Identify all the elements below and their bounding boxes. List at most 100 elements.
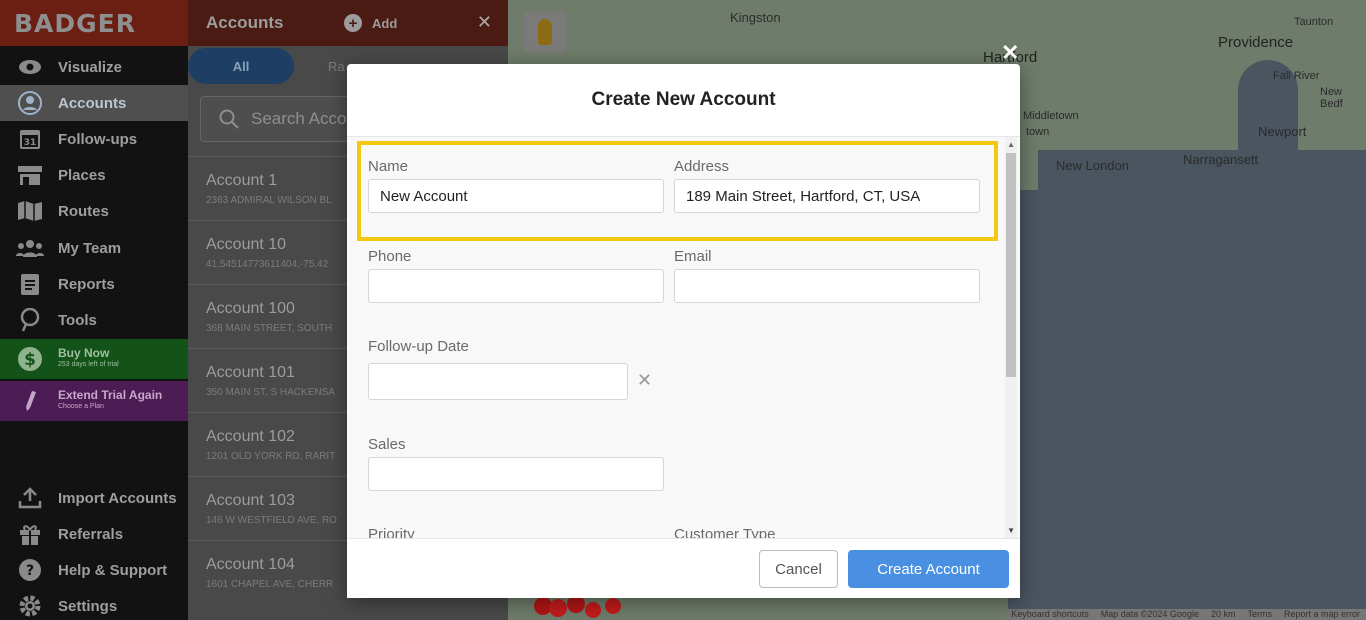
team-icon [15, 238, 45, 258]
nav-label: Visualize [58, 58, 122, 76]
left-nav: BADGER Visualize Accounts 31 Follow-ups … [0, 0, 188, 620]
report-icon [15, 272, 45, 296]
priority-label: Priority [368, 526, 415, 538]
close-panel-icon[interactable]: ✕ [477, 12, 492, 33]
map-scale[interactable]: 20 km [1211, 609, 1236, 620]
report-error-link[interactable]: Report a map error [1284, 609, 1360, 620]
nav-item-my-team[interactable]: My Team [0, 230, 188, 266]
scrollbar-thumb[interactable] [1006, 153, 1016, 377]
scroll-up-icon[interactable]: ▲ [1007, 140, 1015, 149]
nav-item-accounts[interactable]: Accounts [0, 85, 188, 121]
map-label: Fall River [1273, 70, 1320, 82]
pencil-icon [15, 390, 45, 412]
name-label: Name [368, 158, 409, 175]
map-label: New Bedf [1320, 86, 1343, 110]
map-label: Providence [1218, 34, 1294, 51]
plus-icon: + [344, 14, 362, 32]
dialog-body: Name Address Phone Email Follow-up Date … [347, 136, 1020, 538]
map-data-credit: Map data ©2024 Google [1100, 609, 1199, 619]
nav-label: Places [58, 166, 106, 184]
calendar-icon: 31 [15, 127, 45, 151]
address-field[interactable] [674, 179, 980, 213]
search-placeholder: Search Acco [251, 109, 347, 128]
tab-all[interactable]: All [188, 48, 294, 84]
name-field[interactable] [368, 179, 664, 213]
map-label: Narragansett [1183, 152, 1259, 167]
nav-label: Import Accounts [58, 489, 177, 507]
email-label: Email [674, 248, 712, 265]
store-icon [15, 164, 45, 186]
buy-now-button[interactable]: $ Buy Now 253 days left of trial [0, 339, 188, 379]
trial-days-left: 253 days left of trial [58, 361, 119, 368]
buy-now-label: Buy Now [58, 346, 110, 360]
tab-radius[interactable]: Ra [328, 59, 345, 74]
customer-type-label: Customer Type [674, 526, 776, 538]
nav-item-reports[interactable]: Reports [0, 266, 188, 302]
followup-date-field[interactable] [368, 363, 628, 400]
nav-label: Settings [58, 597, 118, 615]
map-footer: Keyboard shortcuts Map data ©2024 Google… [1005, 609, 1366, 620]
panel-title: Accounts [206, 13, 284, 32]
dialog-footer: Cancel Create Account [347, 538, 1020, 598]
extend-trial-label: Extend Trial Again [58, 388, 163, 402]
phone-label: Phone [368, 248, 412, 265]
phone-field[interactable] [368, 269, 664, 303]
map-water [1038, 150, 1366, 620]
map-label: Middletown [1023, 110, 1079, 122]
extend-trial-button[interactable]: Extend Trial Again Choose a Plan [0, 381, 188, 421]
nav-label: Accounts [58, 94, 127, 112]
map-label: town [1026, 126, 1050, 138]
map-icon [15, 200, 45, 222]
add-account-button[interactable]: + Add [344, 14, 397, 32]
calendar-badge: 31 [24, 138, 37, 148]
create-account-dialog: Create New Account Name Address Phone Em… [347, 64, 1020, 598]
nav-label: Follow-ups [58, 130, 138, 148]
nav-item-import-accounts[interactable]: Import Accounts [0, 480, 188, 516]
map-label: Taunton [1294, 16, 1334, 28]
map-label: New London [1056, 158, 1129, 173]
help-icon: ? [15, 558, 45, 582]
map-label: Newport [1258, 124, 1307, 139]
nav-item-visualize[interactable]: Visualize [0, 49, 188, 85]
followup-date-label: Follow-up Date [368, 338, 469, 355]
map-label: Kingston [730, 10, 781, 25]
nav-item-places[interactable]: Places [0, 157, 188, 193]
close-icon[interactable]: ✕ [1001, 40, 1019, 66]
clear-date-icon[interactable]: ✕ [637, 370, 652, 391]
address-label: Address [674, 158, 730, 175]
pegman-icon[interactable] [524, 12, 566, 52]
dollar-icon: $ [15, 346, 45, 372]
nav-item-tools[interactable]: Tools [0, 302, 188, 338]
svg-text:$: $ [24, 350, 36, 370]
logo-bar: BADGER [0, 0, 188, 46]
upload-icon [15, 487, 45, 509]
nav-label: Reports [58, 275, 115, 293]
nav-item-routes[interactable]: Routes [0, 193, 188, 229]
pin-icon [15, 308, 45, 332]
email-field[interactable] [674, 269, 980, 303]
sales-field[interactable] [368, 457, 664, 491]
svg-text:?: ? [26, 563, 34, 579]
nav-label: Routes [58, 202, 109, 220]
create-account-button[interactable]: Create Account [848, 550, 1009, 588]
eye-icon [15, 59, 45, 75]
choose-plan-label: Choose a Plan [58, 403, 104, 410]
nav-item-referrals[interactable]: Referrals [0, 516, 188, 552]
dialog-title: Create New Account [591, 89, 776, 110]
nav-label: My Team [58, 239, 122, 257]
badger-logo[interactable]: BADGER [14, 9, 136, 38]
nav-item-settings[interactable]: Settings [0, 588, 188, 620]
gift-icon [15, 522, 45, 546]
cancel-button[interactable]: Cancel [759, 550, 838, 588]
sales-label: Sales [368, 436, 406, 453]
person-icon [15, 91, 45, 115]
add-label: Add [372, 15, 398, 31]
terms-link[interactable]: Terms [1247, 609, 1272, 620]
scroll-down-icon[interactable]: ▼ [1007, 526, 1015, 535]
nav-label: Referrals [58, 525, 124, 543]
nav-item-follow-ups[interactable]: 31 Follow-ups [0, 121, 188, 157]
accounts-header: Accounts + Add ✕ [188, 0, 508, 46]
gear-icon [15, 594, 45, 618]
keyboard-shortcuts-link[interactable]: Keyboard shortcuts [1011, 609, 1089, 620]
nav-item-help-support[interactable]: ? Help & Support [0, 552, 188, 588]
